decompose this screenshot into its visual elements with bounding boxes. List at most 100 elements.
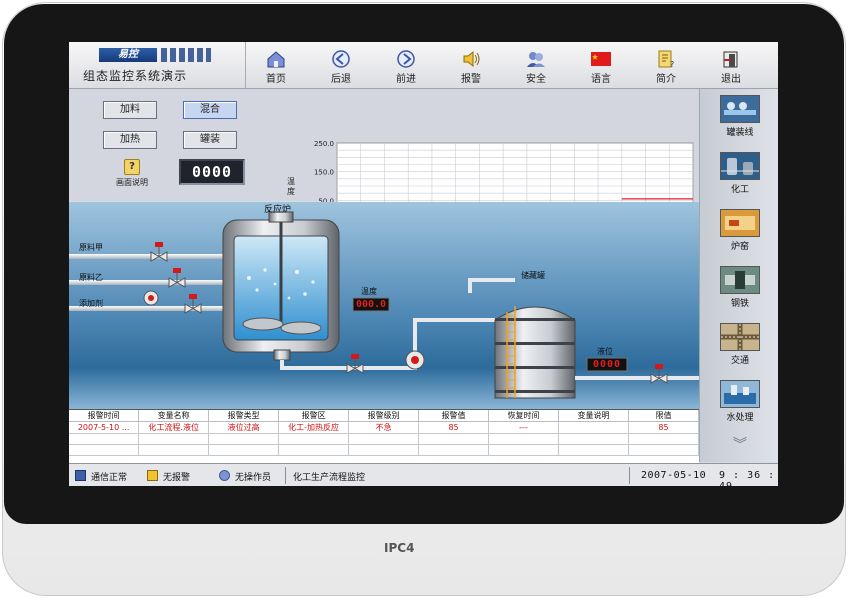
col-recover-time: 恢复时间 bbox=[488, 410, 559, 422]
scroll-down-chevron-icon[interactable]: ︾ bbox=[730, 438, 750, 455]
nav-exit-label: 退出 bbox=[721, 74, 741, 85]
home-icon bbox=[267, 51, 285, 68]
status-separator bbox=[285, 467, 286, 484]
temp-led-value: 000.0 bbox=[355, 299, 387, 310]
input-label-raw-a: 原料甲 bbox=[79, 243, 103, 252]
top-toolbar: 易控 组态监控系统演示 首页 后退 前进 报警 安全 语言 ? 简介 退出 bbox=[69, 42, 778, 89]
help-icon: ? bbox=[124, 159, 140, 175]
y-tick-label: 250.0 bbox=[314, 140, 334, 148]
storage-tank bbox=[494, 306, 576, 399]
col-var-name: 变量名称 bbox=[138, 410, 210, 422]
fill-button[interactable]: 罐装 bbox=[183, 131, 237, 149]
chemical-icon bbox=[720, 152, 760, 180]
feed-button[interactable]: 加料 bbox=[103, 101, 157, 119]
cell: 85 bbox=[628, 421, 700, 434]
cell: 化工-加热反应 bbox=[278, 421, 350, 434]
brand-logo: 易控 bbox=[99, 48, 157, 62]
col-alarm-type: 报警类型 bbox=[208, 410, 280, 422]
chart-y-label: 温度 bbox=[287, 177, 295, 196]
back-icon bbox=[332, 50, 350, 68]
cell: 85 bbox=[418, 421, 490, 434]
comm-status-text: 通信正常 bbox=[91, 473, 128, 483]
scene-sidebar: 罐装线 化工 炉窑 钢铁 交通 水处理 ︾ bbox=[699, 89, 778, 462]
steel-icon bbox=[720, 266, 760, 294]
app-title: 组态监控系统演示 bbox=[83, 69, 188, 83]
operator-status-text: 无操作员 bbox=[235, 473, 272, 483]
alarm-speaker-icon bbox=[463, 50, 480, 68]
transfer-pump[interactable] bbox=[405, 350, 425, 370]
col-alarm-level: 报警级别 bbox=[348, 410, 420, 422]
nav-language-button[interactable]: 语言 bbox=[570, 42, 632, 88]
kiln-icon bbox=[720, 209, 760, 237]
side-item-label: 化工 bbox=[730, 185, 749, 195]
temp-label: 温度 bbox=[361, 287, 377, 296]
device-logo: IPC4 bbox=[384, 541, 415, 555]
side-item-canning-line[interactable]: 罐装线 bbox=[712, 95, 768, 138]
valve-outlet[interactable] bbox=[346, 354, 364, 374]
mix-button[interactable]: 混合 bbox=[183, 101, 237, 119]
input-label-additive: 添加剂 bbox=[79, 299, 103, 308]
brand-area: 易控 组态监控系统演示 bbox=[69, 42, 246, 88]
status-time: 9 : 36 : 49 bbox=[719, 470, 776, 486]
counter-display: 0000 bbox=[179, 159, 245, 185]
security-users-icon bbox=[527, 52, 545, 67]
table-row[interactable]: 2007-5-10 ... 化工流程.液位 液位过高 化工-加热反应 不急 85… bbox=[69, 421, 700, 434]
comm-status: 通信正常 bbox=[75, 470, 127, 483]
nav-exit-button[interactable]: 退出 bbox=[700, 42, 762, 88]
additive-pump[interactable] bbox=[143, 290, 159, 306]
reactor-vessel bbox=[222, 211, 340, 361]
side-item-kiln[interactable]: 炉窑 bbox=[712, 209, 768, 252]
level-label: 液位 bbox=[597, 347, 613, 356]
side-item-label: 钢铁 bbox=[730, 299, 749, 309]
nav-intro-button[interactable]: ? 简介 bbox=[635, 42, 697, 88]
reactor-label: 反应炉 bbox=[264, 205, 292, 215]
side-item-label: 炉窑 bbox=[730, 242, 749, 252]
cell: 液位过高 bbox=[208, 421, 280, 434]
nav-security-label: 安全 bbox=[526, 74, 546, 85]
cell: 2007-5-10 ... bbox=[69, 421, 140, 434]
screen-help-button[interactable]: ? 画面说明 bbox=[107, 159, 157, 188]
table-row bbox=[69, 433, 700, 445]
brand-pattern bbox=[161, 48, 211, 62]
nav-security-button[interactable]: 安全 bbox=[505, 42, 567, 88]
alarm-table: 报警时间 变量名称 报警类型 报警区 报警级别 报警值 恢复时间 变量说明 限值… bbox=[69, 409, 700, 463]
operator-status: 无操作员 bbox=[219, 470, 271, 483]
nav-home-button[interactable]: 首页 bbox=[245, 42, 307, 88]
nav-alarm-label: 报警 bbox=[461, 74, 481, 85]
china-flag-icon bbox=[591, 52, 611, 66]
side-item-steel[interactable]: 钢铁 bbox=[712, 266, 768, 309]
input-label-raw-b: 原料乙 bbox=[79, 273, 103, 282]
cell: --- bbox=[488, 421, 559, 434]
side-item-water-treatment[interactable]: 水处理 bbox=[712, 380, 768, 423]
level-led-value: 0000 bbox=[592, 359, 622, 370]
nav-language-label: 语言 bbox=[591, 74, 611, 85]
col-limit: 限值 bbox=[628, 410, 700, 422]
table-row bbox=[69, 444, 700, 456]
intro-note-icon: ? bbox=[658, 50, 674, 69]
canning-line-icon bbox=[720, 95, 760, 123]
side-item-chemical[interactable]: 化工 bbox=[712, 152, 768, 195]
valve-tank-outlet[interactable] bbox=[650, 364, 668, 384]
tank-label: 储藏罐 bbox=[521, 271, 545, 280]
nav-back-button[interactable]: 后退 bbox=[310, 42, 372, 88]
speaker-icon bbox=[147, 470, 158, 481]
status-bar: 通信正常 无报警 无操作员 化工生产流程监控 2007-05-10 9 : 36… bbox=[69, 463, 778, 486]
alarm-header-row: 报警时间 变量名称 报警类型 报警区 报警级别 报警值 恢复时间 变量说明 限值 bbox=[69, 410, 700, 422]
control-panel: 加料 混合 加热 罐装 ? 画面说明 0000 温度 250.0150.050.… bbox=[69, 89, 699, 241]
alarm-status-text: 无报警 bbox=[163, 473, 191, 483]
screen-help-label: 画面说明 bbox=[116, 178, 148, 187]
forward-icon bbox=[397, 50, 415, 68]
side-item-traffic[interactable]: 交通 bbox=[712, 323, 768, 366]
nav-alarm-button[interactable]: 报警 bbox=[440, 42, 502, 88]
alarm-status: 无报警 bbox=[147, 470, 190, 483]
col-alarm-zone: 报警区 bbox=[278, 410, 350, 422]
nav-forward-label: 前进 bbox=[396, 74, 416, 85]
process-diagram: 反应炉 储藏罐 原料甲 原料乙 添加剂 温度 000.0 液位 0000 bbox=[69, 202, 699, 409]
nav-forward-button[interactable]: 前进 bbox=[375, 42, 437, 88]
exit-icon bbox=[723, 51, 738, 68]
y-tick-label: 150.0 bbox=[314, 169, 334, 177]
side-item-label: 水处理 bbox=[726, 413, 754, 423]
svg-text:?: ? bbox=[670, 60, 674, 69]
heat-button[interactable]: 加热 bbox=[103, 131, 157, 149]
col-var-desc: 变量说明 bbox=[558, 410, 629, 422]
